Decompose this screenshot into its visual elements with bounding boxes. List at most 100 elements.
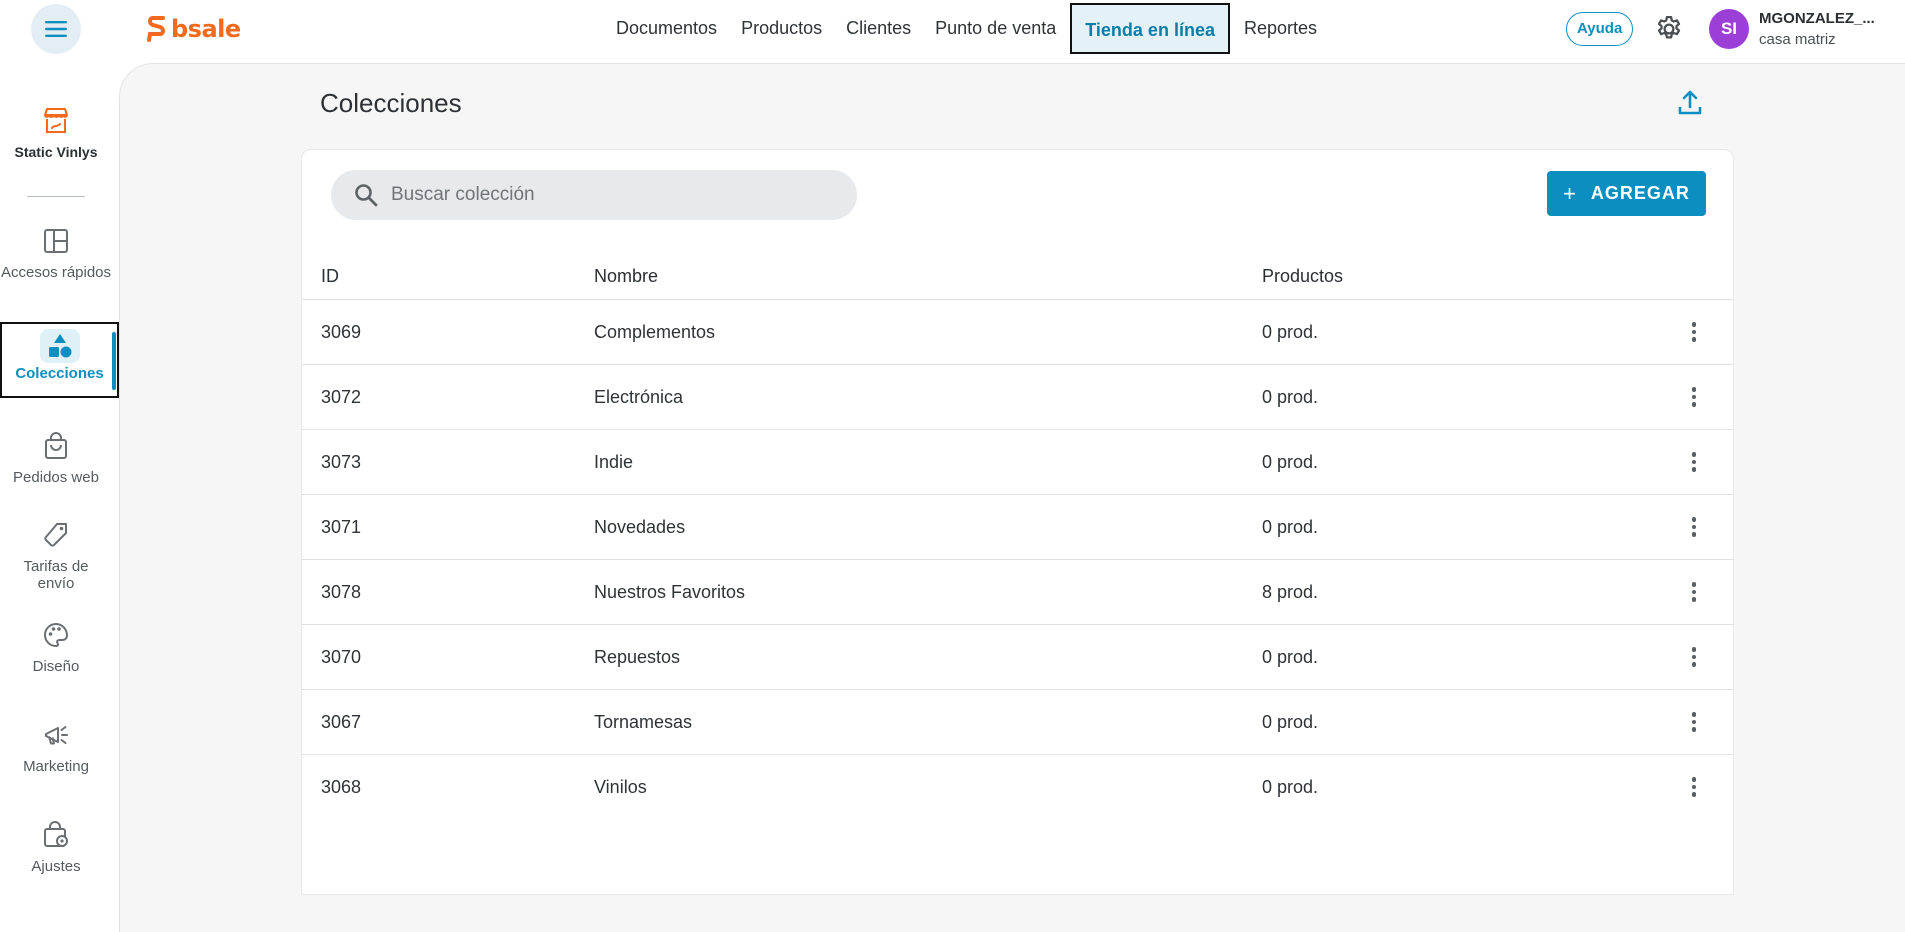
sidebar-item-diseno[interactable]: Diseño: [0, 618, 112, 675]
sidebar-item-label: Tarifas de envío: [23, 558, 89, 592]
more-options-icon[interactable]: [1682, 775, 1706, 799]
more-options-icon[interactable]: [1682, 580, 1706, 604]
menu-button[interactable]: [31, 4, 81, 54]
table-row[interactable]: 3071 Novedades 0 prod.: [302, 495, 1733, 560]
sidebar-item-label: Ajustes: [31, 858, 81, 875]
tag-icon: [36, 518, 76, 552]
more-options-icon[interactable]: [1682, 320, 1706, 344]
row-id: 3069: [321, 322, 362, 342]
column-header-products[interactable]: Productos: [1262, 266, 1343, 287]
row-id: 3078: [321, 582, 362, 602]
row-products: 0 prod.: [1262, 387, 1319, 407]
row-id: 3073: [321, 452, 362, 472]
nav-productos[interactable]: Productos: [729, 3, 834, 54]
hamburger-icon: [45, 21, 67, 37]
store-name: Static Vinlys: [14, 144, 98, 160]
megaphone-icon: [36, 718, 76, 752]
table-row[interactable]: 3073 Indie 0 prod.: [302, 430, 1733, 495]
sidebar-item-pedidos-web[interactable]: Pedidos web: [0, 429, 112, 486]
sidebar-divider: [27, 196, 85, 197]
shopping-bag-icon: [36, 429, 76, 463]
table-row[interactable]: 3070 Repuestos 0 prod.: [302, 625, 1733, 690]
row-products: 0 prod.: [1262, 517, 1319, 537]
column-header-name[interactable]: Nombre: [594, 266, 658, 287]
sidebar-item-label: Marketing: [23, 758, 89, 775]
bsale-logo[interactable]: bsale: [147, 14, 241, 44]
sidebar-item-label: Pedidos web: [13, 469, 99, 486]
more-options-icon[interactable]: [1682, 515, 1706, 539]
page-title: Colecciones: [320, 88, 462, 118]
sidebar-item-colecciones[interactable]: Colecciones: [0, 322, 119, 398]
more-options-icon[interactable]: [1682, 450, 1706, 474]
row-name: Tornamesas: [594, 712, 693, 732]
row-products: 8 prod.: [1262, 582, 1319, 602]
row-products: 0 prod.: [1262, 452, 1319, 472]
sidebar: Static Vinlys Accesos rápidos Coleccione…: [0, 58, 119, 932]
row-products: 0 prod.: [1262, 647, 1319, 667]
nav-clientes[interactable]: Clientes: [834, 3, 923, 54]
nav-tienda-en-linea[interactable]: Tienda en línea: [1070, 3, 1230, 54]
add-button-label: AGREGAR: [1590, 183, 1690, 203]
table-row[interactable]: 3068 Vinilos 0 prod.: [302, 755, 1733, 820]
row-name: Repuestos: [594, 647, 681, 667]
nav-reportes[interactable]: Reportes: [1232, 3, 1329, 54]
more-options-icon[interactable]: [1682, 710, 1706, 734]
shapes-icon: [39, 329, 80, 363]
layout-icon: [36, 224, 76, 258]
table-row[interactable]: 3069 Complementos 0 prod.: [302, 300, 1733, 365]
row-products: 0 prod.: [1262, 712, 1319, 732]
nav-documentos[interactable]: Documentos: [604, 3, 729, 54]
search-icon: [355, 184, 378, 207]
row-products: 0 prod.: [1262, 777, 1319, 797]
main-content: Colecciones + AGREGAR ID Nombre Producto…: [119, 63, 1905, 932]
sidebar-item-marketing[interactable]: Marketing: [0, 718, 112, 775]
sidebar-item-label: Colecciones: [15, 365, 104, 382]
logo-text: bsale: [171, 15, 241, 43]
search-input[interactable]: [391, 184, 831, 206]
table-header: ID Nombre Productos: [302, 255, 1733, 300]
row-name: Electrónica: [594, 387, 684, 407]
top-navigation: Documentos Productos Clientes Punto de v…: [604, 3, 1329, 54]
row-id: 3070: [321, 647, 362, 667]
active-indicator: [112, 332, 116, 390]
sidebar-item-ajustes[interactable]: Ajustes: [0, 818, 112, 875]
search-box[interactable]: [331, 170, 857, 220]
sidebar-item-tarifas-de-envio[interactable]: Tarifas de envío: [0, 518, 112, 592]
storefront-icon: [36, 104, 76, 138]
row-name: Complementos: [594, 322, 716, 342]
plus-icon: +: [1563, 180, 1577, 206]
table-row[interactable]: 3078 Nuestros Favoritos 8 prod.: [302, 560, 1733, 625]
row-products: 0 prod.: [1262, 322, 1319, 342]
column-header-id[interactable]: ID: [321, 266, 339, 287]
top-bar: bsale Documentos Productos Clientes Punt…: [0, 0, 1905, 58]
table-body: 3069 Complementos 0 prod. 3072 Electróni…: [302, 300, 1733, 820]
row-id: 3071: [321, 517, 362, 537]
gear-icon[interactable]: [1654, 14, 1684, 44]
nav-punto-de-venta[interactable]: Punto de venta: [923, 3, 1068, 54]
bsale-logo-icon: [147, 16, 165, 42]
row-name: Vinilos: [594, 777, 647, 797]
avatar[interactable]: SI: [1709, 9, 1749, 49]
palette-icon: [36, 618, 76, 652]
add-button[interactable]: + AGREGAR: [1547, 171, 1706, 216]
row-id: 3072: [321, 387, 362, 407]
sidebar-item-label: Diseño: [32, 658, 80, 675]
bag-settings-icon: [36, 818, 76, 852]
sidebar-item-label: Accesos rápidos: [0, 264, 112, 281]
row-name: Novedades: [594, 517, 686, 537]
collections-card: + AGREGAR ID Nombre Productos 3069 Compl…: [301, 149, 1734, 895]
sidebar-store[interactable]: Static Vinlys: [0, 104, 112, 161]
user-name[interactable]: MGONZALEZ_...: [1759, 10, 1875, 27]
help-button[interactable]: Ayuda: [1566, 12, 1634, 46]
row-id: 3068: [321, 777, 362, 797]
upload-icon[interactable]: [1675, 88, 1705, 118]
more-options-icon[interactable]: [1682, 385, 1706, 409]
user-branch: casa matriz: [1759, 31, 1836, 48]
row-name: Indie: [594, 452, 634, 472]
table-row[interactable]: 3067 Tornamesas 0 prod.: [302, 690, 1733, 755]
sidebar-item-accesos-rapidos[interactable]: Accesos rápidos: [0, 224, 112, 281]
row-id: 3067: [321, 712, 362, 732]
more-options-icon[interactable]: [1682, 645, 1706, 669]
row-name: Nuestros Favoritos: [594, 582, 746, 602]
table-row[interactable]: 3072 Electrónica 0 prod.: [302, 365, 1733, 430]
